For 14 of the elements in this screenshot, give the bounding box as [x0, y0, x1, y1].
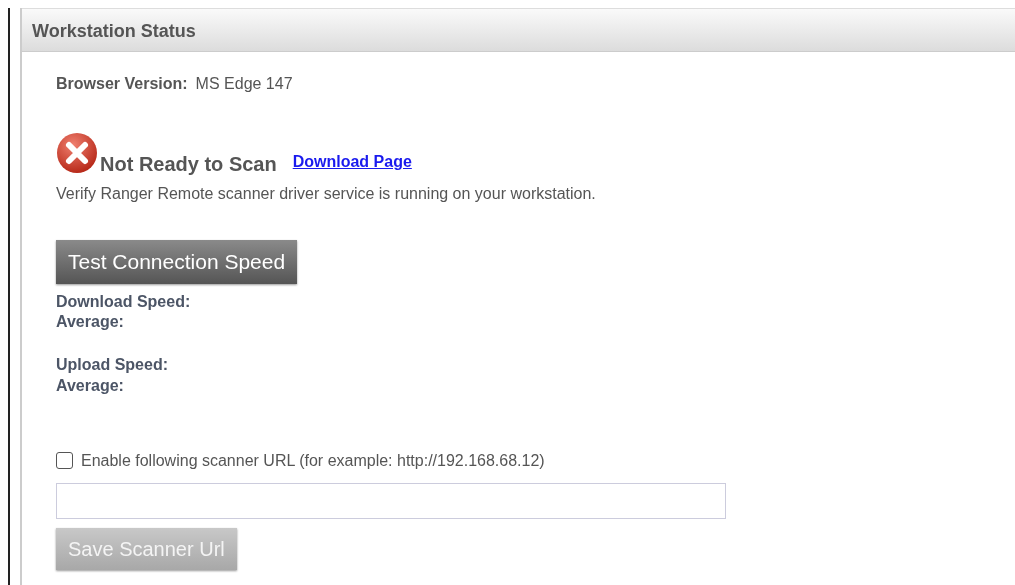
speed-label: Download Speed: [56, 291, 192, 312]
status-message: Verify Ranger Remote scanner driver service is running on your workstation. [56, 184, 597, 204]
panel-title: Workstation Status [32, 21, 196, 41]
enable-url-checkbox[interactable] [56, 452, 73, 470]
download-page-link[interactable]: Download Page [292, 150, 412, 174]
browser-version-label: Browser Version: [56, 74, 188, 94]
average-label: Average: [56, 375, 125, 396]
speed-label: Upload Speed: [56, 355, 169, 376]
scan-status-text: Not Ready to Scan [100, 154, 277, 174]
browser-version-value: MS Edge 147 [195, 74, 293, 94]
scanner-url-field[interactable] [56, 482, 726, 519]
average-label: Average: [56, 312, 125, 333]
test-connection-button[interactable]: Test Connection Speed [56, 240, 298, 284]
enable-url-label: Enable following scanner URL (for example: http://192.168.68.12) [81, 450, 545, 471]
